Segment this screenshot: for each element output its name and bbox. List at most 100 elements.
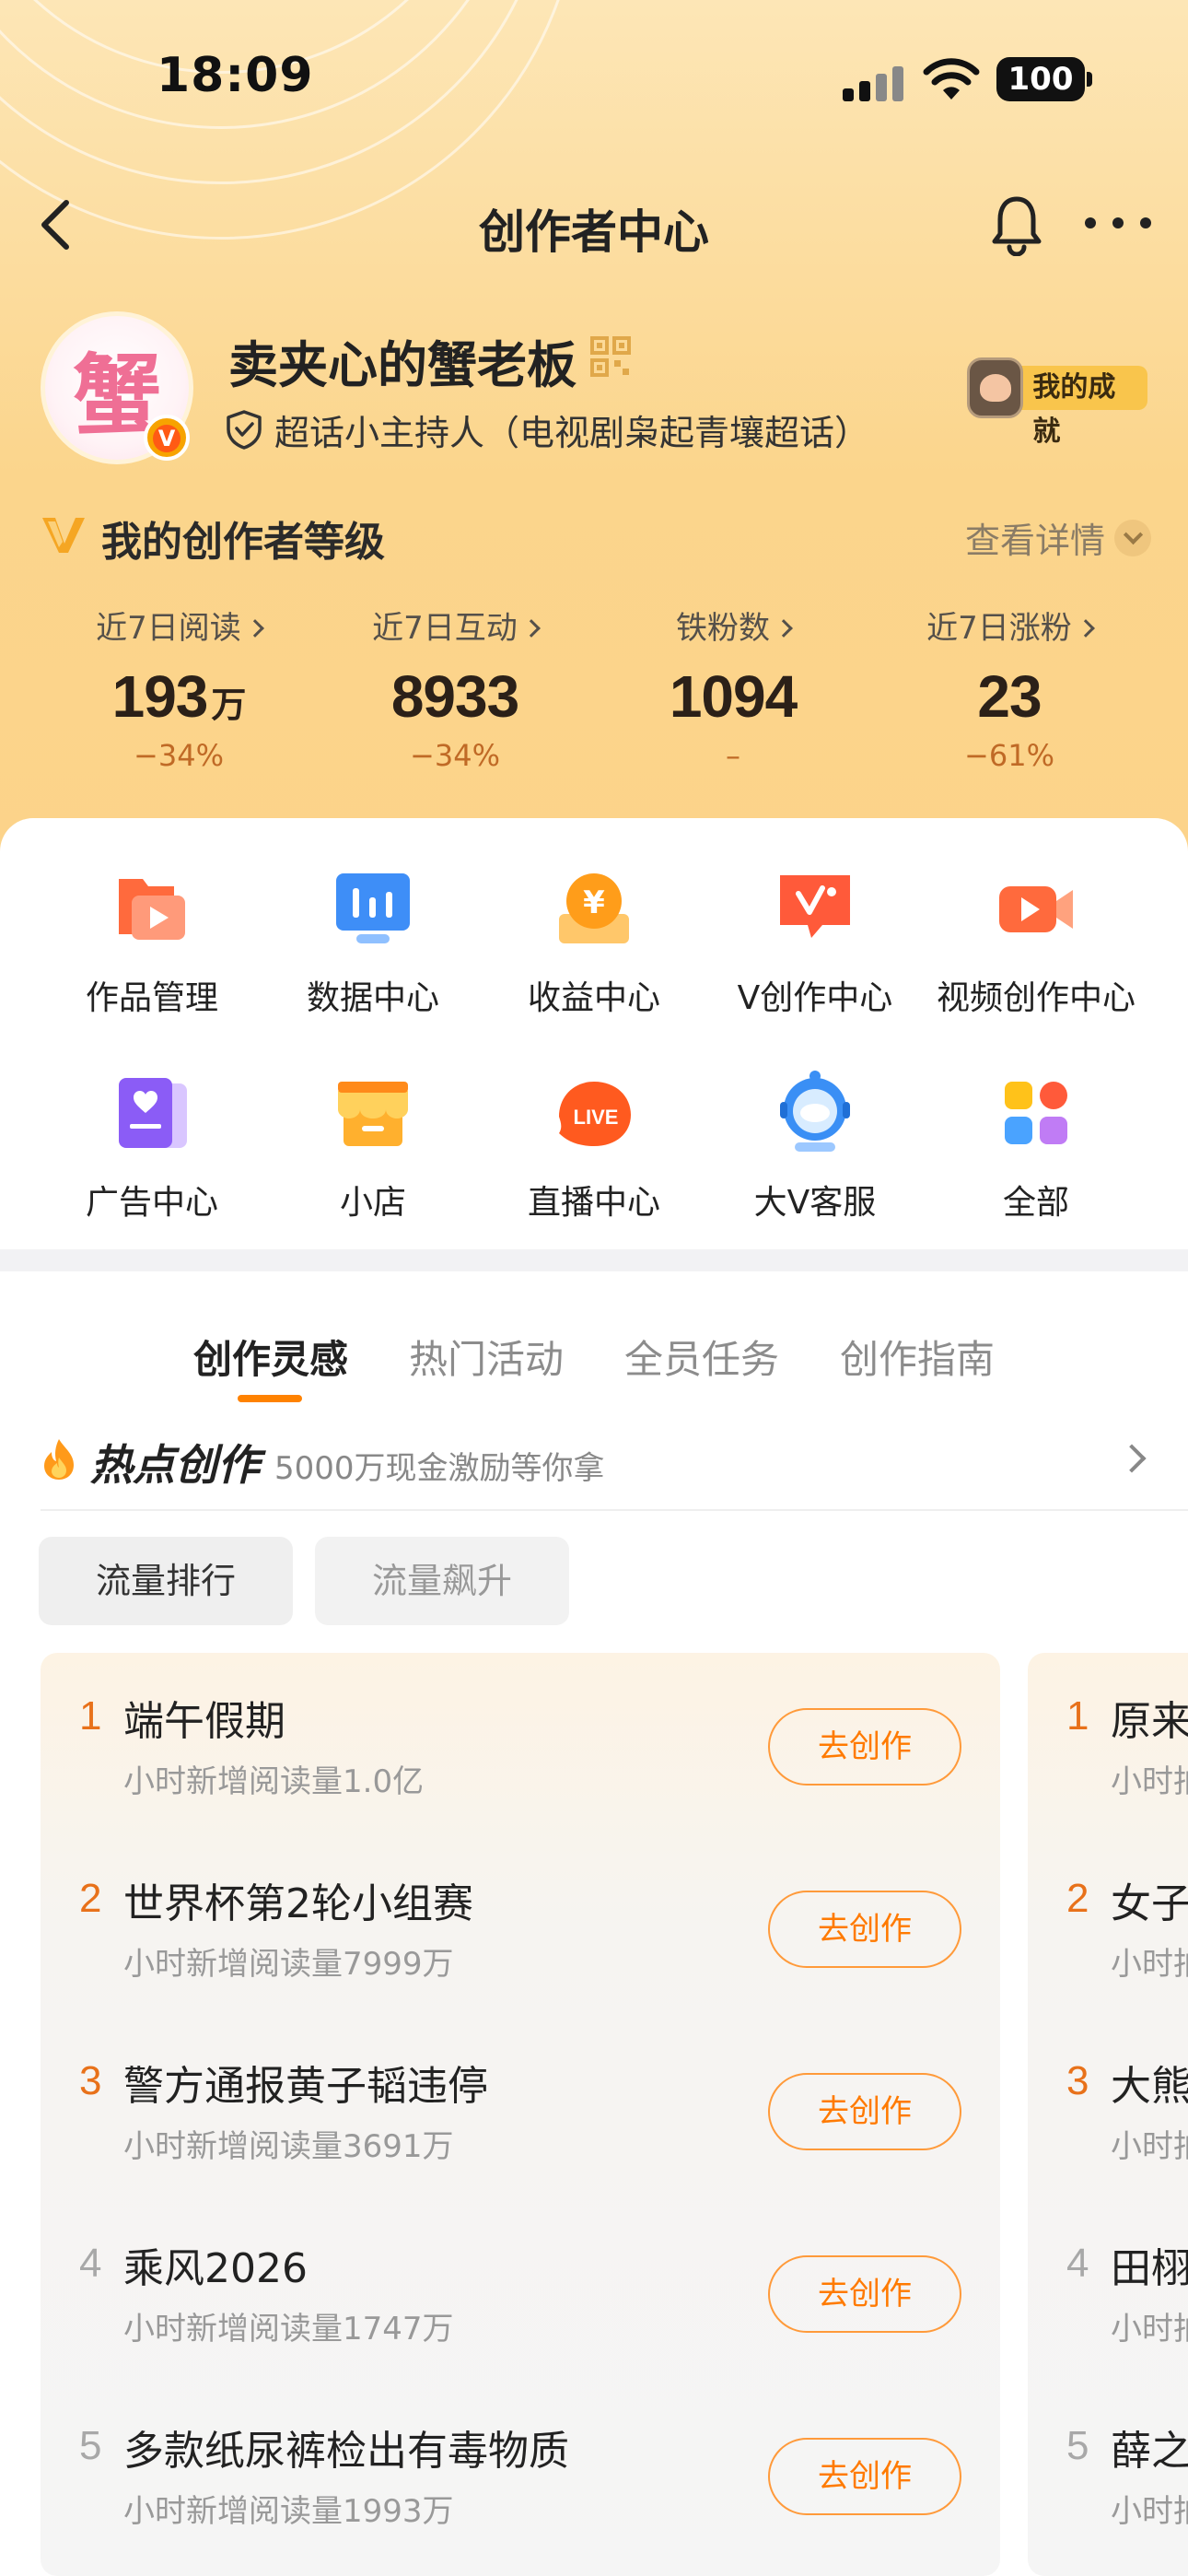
content-section: 创作灵感 热门活动 全员任务 创作指南 热点创作 5000万现金激励等你拿 流量…: [0, 1271, 1188, 2576]
active-tab-indicator: [238, 1395, 302, 1402]
shop-icon: [338, 1082, 408, 1146]
stat-change: –: [726, 738, 740, 773]
achievement-button[interactable]: 我的成就: [967, 356, 1147, 448]
stat-new-fans[interactable]: 近7日涨粉 23 −61%: [871, 603, 1147, 773]
tool-v-customer-service[interactable]: 大V客服: [696, 1069, 934, 1224]
filter-traffic-rank[interactable]: 流量排行: [39, 1537, 293, 1625]
stat-label: 近7日涨粉: [926, 610, 1072, 647]
achievement-label: 我的成就: [1012, 366, 1147, 448]
rank-number: 2: [1066, 1876, 1089, 1921]
list-item[interactable]: 2 世界杯第2轮小组赛 小时新增阅读量7999万 去创作: [41, 1835, 1000, 2018]
shield-icon: [227, 410, 262, 450]
tool-v-create-center[interactable]: V创作中心: [696, 864, 934, 1019]
ranking-card-secondary: 1 原来 小时拍 2 女子 小时拍 3 大熊 小时拍 4 田栩 小时拍 5 薛之…: [1028, 1653, 1188, 2576]
tool-label: 直播中心: [527, 1184, 660, 1222]
all-grid-icon: [1005, 1082, 1067, 1144]
tool-label: 作品管理: [85, 979, 218, 1017]
rank-title: 大熊: [1111, 2063, 1188, 2110]
status-bar: 18:09 100: [0, 0, 1188, 157]
tool-works-management[interactable]: 作品管理: [33, 864, 271, 1019]
go-create-button[interactable]: 去创作: [768, 2438, 961, 2515]
rank-subtitle: 小时拍: [1111, 1763, 1188, 1800]
go-create-button[interactable]: 去创作: [768, 2073, 961, 2150]
divider: [41, 1509, 1188, 1511]
tool-data-center[interactable]: 数据中心: [254, 864, 492, 1019]
bell-icon[interactable]: [987, 193, 1046, 256]
hot-subtitle: 5000万现金激励等你拿: [274, 1450, 605, 1487]
coin-icon: ¥: [559, 873, 629, 943]
rank-subtitle: 小时拍: [1111, 2311, 1188, 2348]
list-item[interactable]: 3 警方通报黄子韬违停 小时新增阅读量3691万 去创作: [41, 2018, 1000, 2200]
list-item[interactable]: 2 女子 小时拍: [1028, 1835, 1188, 2018]
tool-live-center[interactable]: LIVE 直播中心: [475, 1069, 713, 1224]
tool-video-center[interactable]: 视频创作中心: [917, 864, 1155, 1019]
tab-all-tasks[interactable]: 全员任务: [624, 1329, 779, 1385]
tab-inspiration[interactable]: 创作灵感: [193, 1329, 348, 1385]
filter-traffic-rising[interactable]: 流量飙升: [315, 1537, 569, 1625]
stat-reads[interactable]: 近7日阅读 193 万 −34%: [41, 603, 317, 773]
view-details-label: 查看详情: [964, 521, 1105, 561]
stats-row: 近7日阅读 193 万 −34% 近7日互动 8933 −34% 铁粉数 1094…: [0, 603, 1188, 787]
list-item[interactable]: 1 端午假期 小时新增阅读量1.0亿 去创作: [41, 1653, 1000, 1835]
more-icon[interactable]: [1083, 214, 1157, 232]
stat-change: −34%: [134, 738, 224, 773]
qr-code-icon[interactable]: [589, 335, 632, 378]
svg-text:¥: ¥: [583, 884, 605, 921]
chevron-down-icon: [1114, 519, 1151, 556]
ad-book-icon: [119, 1078, 187, 1148]
list-item[interactable]: 5 薛之 小时拍: [1028, 2383, 1188, 2565]
stat-value: 1094: [669, 663, 798, 730]
user-nickname[interactable]: 卖夹心的蟹老板: [228, 324, 577, 397]
cellular-signal-icon: [843, 64, 907, 101]
list-item[interactable]: 5 多款纸尿裤检出有毒物质 小时新增阅读量1993万 去创作: [41, 2383, 1000, 2565]
stat-iron-fans[interactable]: 铁粉数 1094 –: [595, 603, 871, 773]
go-create-button[interactable]: 去创作: [768, 1891, 961, 1968]
rank-title: 多款纸尿裤检出有毒物质: [123, 2428, 569, 2475]
rank-subtitle: 小时新增阅读量1.0亿: [123, 1763, 425, 1800]
stat-label: 铁粉数: [676, 610, 770, 647]
tool-shop[interactable]: 小店: [254, 1069, 492, 1224]
rank-subtitle: 小时拍: [1111, 2493, 1188, 2530]
tab-bar: 创作灵感 热门活动 全员任务 创作指南: [0, 1299, 1188, 1402]
list-item[interactable]: 4 田栩 小时拍: [1028, 2200, 1188, 2383]
list-item[interactable]: 4 乘风2026 小时新增阅读量1747万 去创作: [41, 2200, 1000, 2383]
tool-ad-center[interactable]: 广告中心: [33, 1069, 271, 1224]
wifi-icon: [923, 58, 980, 100]
tool-all[interactable]: 全部: [917, 1069, 1155, 1224]
stat-unit: 万: [211, 686, 246, 725]
tab-hot-events[interactable]: 热门活动: [409, 1329, 564, 1385]
tool-label: 小店: [339, 1184, 406, 1222]
level-v-icon: [42, 518, 85, 553]
hot-creation-header[interactable]: 热点创作 5000万现金激励等你拿: [41, 1426, 1188, 1500]
stat-interactions[interactable]: 近7日互动 8933 −34%: [317, 603, 593, 773]
tool-label: 数据中心: [306, 979, 439, 1017]
rank-number: 4: [79, 2241, 102, 2286]
achievement-badge-icon: [967, 357, 1024, 418]
rank-number: 3: [1066, 2058, 1089, 2103]
stat-change: −34%: [410, 738, 500, 773]
tool-revenue-center[interactable]: ¥ 收益中心: [475, 864, 713, 1019]
v-create-icon: [780, 875, 850, 938]
go-create-button[interactable]: 去创作: [768, 1708, 961, 1786]
rank-subtitle: 小时拍: [1111, 2128, 1188, 2165]
chevron-right-icon: [245, 619, 264, 638]
status-time: 18:09: [157, 48, 314, 103]
rank-number: 1: [1066, 1693, 1089, 1739]
live-icon: LIVE: [559, 1082, 631, 1146]
tools-grid: 作品管理 数据中心 ¥ 收益中心 V创作中心 视频创作中心 广告中心 小店 LI…: [0, 818, 1188, 1249]
tool-label: 视频创作中心: [936, 979, 1136, 1017]
list-item[interactable]: 1 原来 小时拍: [1028, 1653, 1188, 1835]
view-details-button[interactable]: 查看详情: [965, 512, 1151, 563]
rank-title: 警方通报黄子韬违停: [123, 2063, 488, 2110]
role-text: 超话小主持人（电视剧枭起青壤超话）: [274, 412, 870, 453]
tab-creation-guide[interactable]: 创作指南: [840, 1329, 995, 1385]
rank-subtitle: 小时新增阅读量1747万: [123, 2311, 454, 2348]
tool-label: V创作中心: [737, 979, 893, 1017]
role-row[interactable]: 超话小主持人（电视剧枭起青壤超话）: [225, 404, 869, 455]
rank-subtitle: 小时新增阅读量1993万: [123, 2493, 454, 2530]
list-item[interactable]: 3 大熊 小时拍: [1028, 2018, 1188, 2200]
rank-subtitle: 小时新增阅读量7999万: [123, 1946, 454, 1983]
go-create-button[interactable]: 去创作: [768, 2255, 961, 2333]
rank-title: 端午假期: [123, 1698, 285, 1745]
verified-v-badge-icon: V: [144, 415, 190, 461]
